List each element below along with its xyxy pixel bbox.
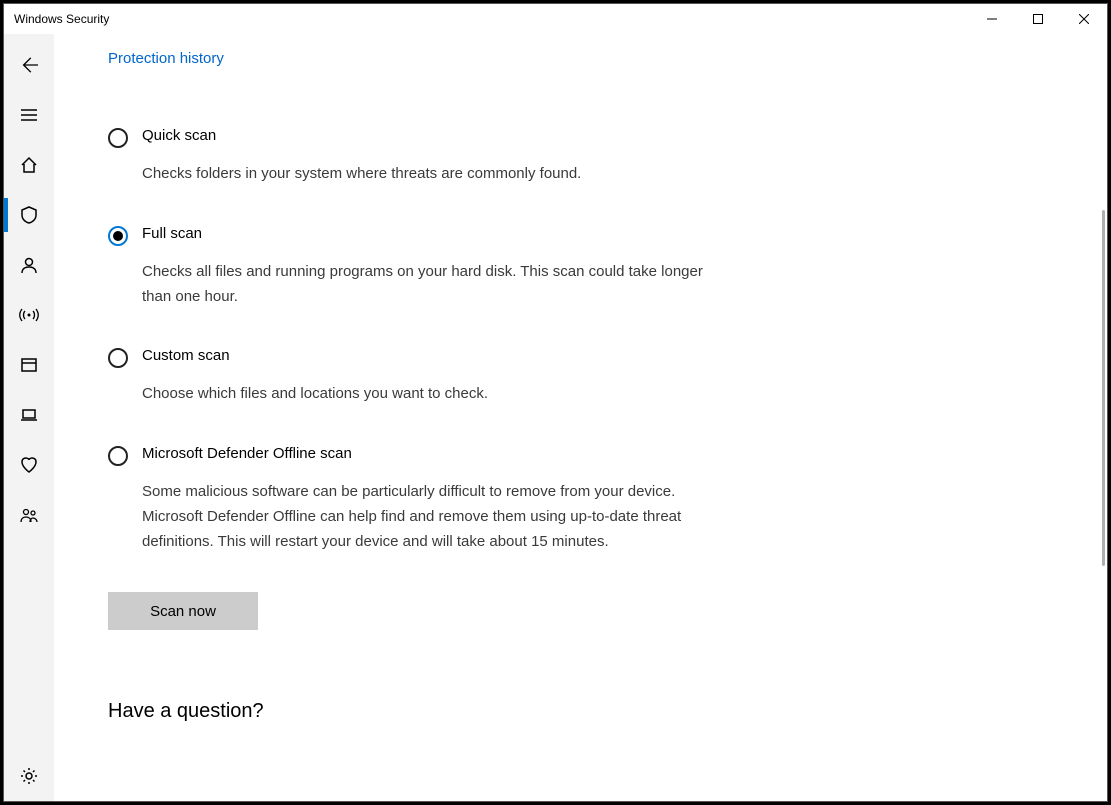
hamburger-icon	[19, 105, 39, 125]
scrollbar-thumb[interactable]	[1102, 210, 1105, 566]
laptop-icon	[19, 405, 39, 425]
main-content: Protection history Quick scan Checks fol…	[54, 34, 1107, 801]
window-icon	[19, 355, 39, 375]
back-button[interactable]	[4, 40, 54, 90]
option-title: Custom scan	[142, 347, 488, 364]
close-icon	[1079, 14, 1089, 24]
radio-full[interactable]	[108, 226, 128, 246]
sidebar-virus[interactable]	[4, 190, 54, 240]
option-full-scan[interactable]: Full scan Checks all files and running p…	[108, 225, 728, 310]
back-arrow-icon	[20, 56, 38, 74]
minimize-button[interactable]	[969, 4, 1015, 34]
body: Protection history Quick scan Checks fol…	[4, 34, 1107, 801]
option-offline-scan[interactable]: Microsoft Defender Offline scan Some mal…	[108, 445, 728, 554]
maximize-icon	[1033, 14, 1043, 24]
gear-icon	[19, 766, 39, 786]
option-custom-scan[interactable]: Custom scan Choose which files and locat…	[108, 347, 728, 407]
sidebar-firewall[interactable]	[4, 290, 54, 340]
option-title: Quick scan	[142, 127, 581, 144]
sidebar-device-security[interactable]	[4, 390, 54, 440]
shield-icon	[19, 205, 39, 225]
option-quick-scan[interactable]: Quick scan Checks folders in your system…	[108, 127, 728, 187]
hamburger-button[interactable]	[4, 90, 54, 140]
family-icon	[19, 505, 39, 525]
home-icon	[19, 155, 39, 175]
radio-quick[interactable]	[108, 128, 128, 148]
sidebar-app-browser[interactable]	[4, 340, 54, 390]
option-desc: Checks folders in your system where thre…	[142, 162, 581, 187]
option-desc: Checks all files and running programs on…	[142, 260, 728, 310]
option-desc: Some malicious software can be particula…	[142, 480, 728, 554]
window-title: Windows Security	[14, 4, 109, 34]
sidebar-device-health[interactable]	[4, 440, 54, 490]
minimize-icon	[987, 14, 997, 24]
antenna-icon	[19, 305, 39, 325]
close-button[interactable]	[1061, 4, 1107, 34]
protection-history-link[interactable]: Protection history	[108, 50, 224, 67]
option-title: Microsoft Defender Offline scan	[142, 445, 728, 462]
titlebar: Windows Security	[4, 4, 1107, 34]
sidebar-family[interactable]	[4, 490, 54, 540]
radio-offline[interactable]	[108, 446, 128, 466]
scan-now-button[interactable]: Scan now	[108, 592, 258, 630]
sidebar	[4, 34, 54, 801]
heart-icon	[19, 455, 39, 475]
window-controls	[969, 4, 1107, 34]
maximize-button[interactable]	[1015, 4, 1061, 34]
have-a-question-heading: Have a question?	[108, 700, 1077, 723]
radio-custom[interactable]	[108, 348, 128, 368]
window-frame: Windows Security	[3, 3, 1108, 802]
sidebar-home[interactable]	[4, 140, 54, 190]
option-desc: Choose which files and locations you wan…	[142, 382, 488, 407]
scan-options-group: Quick scan Checks folders in your system…	[108, 127, 728, 554]
person-icon	[19, 255, 39, 275]
sidebar-settings[interactable]	[4, 751, 54, 801]
option-title: Full scan	[142, 225, 728, 242]
sidebar-account[interactable]	[4, 240, 54, 290]
